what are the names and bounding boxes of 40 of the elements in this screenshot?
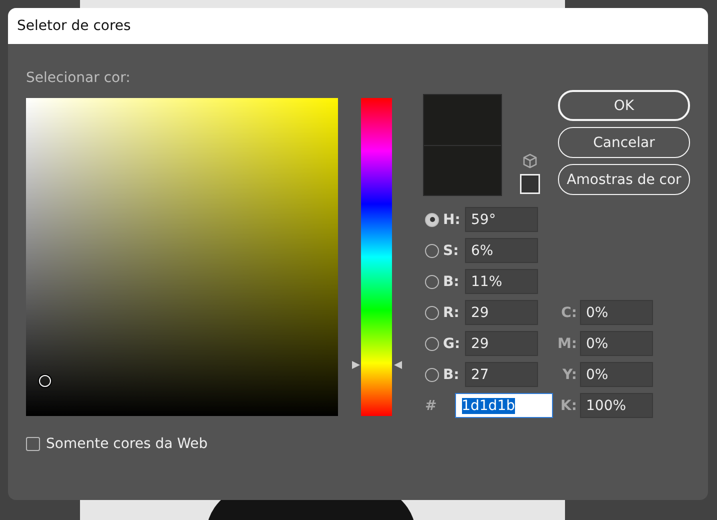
channel-label: G: bbox=[443, 336, 462, 352]
radio-button[interactable] bbox=[425, 274, 439, 288]
color-field[interactable] bbox=[26, 98, 338, 416]
channel-label: K: bbox=[560, 398, 577, 414]
checkbox[interactable] bbox=[26, 437, 40, 451]
dialog-button[interactable]: Cancelar bbox=[558, 127, 690, 158]
hue-slider-handle[interactable] bbox=[352, 360, 402, 370]
channel-label: Y: bbox=[561, 366, 577, 382]
channel-label: H: bbox=[443, 212, 462, 228]
value-field[interactable]: 59° bbox=[465, 207, 538, 232]
channel-label: R: bbox=[443, 304, 460, 320]
color-marker[interactable] bbox=[39, 375, 52, 388]
channel-label: B: bbox=[443, 274, 460, 290]
radio-button[interactable] bbox=[425, 244, 439, 258]
radio-button[interactable] bbox=[425, 336, 439, 350]
value-field[interactable]: 6% bbox=[465, 238, 538, 263]
value-field[interactable]: 11% bbox=[465, 269, 538, 294]
channel-label: M: bbox=[557, 336, 577, 352]
ok-button[interactable]: OK bbox=[558, 90, 690, 121]
checkbox-label: Somente cores da Web bbox=[46, 436, 208, 452]
radio-button[interactable] bbox=[425, 368, 439, 382]
value-field[interactable]: 0% bbox=[580, 362, 653, 387]
value-field[interactable]: 29 bbox=[465, 331, 538, 356]
cube-icon[interactable] bbox=[522, 153, 538, 169]
channel-label: B: bbox=[443, 366, 460, 382]
value-field[interactable]: 29 bbox=[465, 300, 538, 325]
prompt-label: Selecionar cor: bbox=[26, 70, 132, 88]
value-field[interactable]: 0% bbox=[580, 300, 653, 325]
channel-label: S: bbox=[443, 242, 460, 258]
color-swatch-icon[interactable] bbox=[520, 174, 540, 194]
radio-button[interactable] bbox=[425, 212, 439, 226]
hex-field[interactable]: 1d1d1b bbox=[454, 393, 553, 418]
radio-button[interactable] bbox=[425, 306, 439, 320]
value-field[interactable]: 100% bbox=[580, 393, 653, 418]
window-title: Seletor de cores bbox=[17, 18, 131, 34]
dialog-button[interactable]: Amostras de cor bbox=[558, 164, 690, 195]
value-field[interactable]: 0% bbox=[580, 331, 653, 356]
hex-label: # bbox=[425, 398, 438, 414]
value-field[interactable]: 27 bbox=[465, 362, 538, 387]
channel-label: C: bbox=[560, 304, 577, 320]
